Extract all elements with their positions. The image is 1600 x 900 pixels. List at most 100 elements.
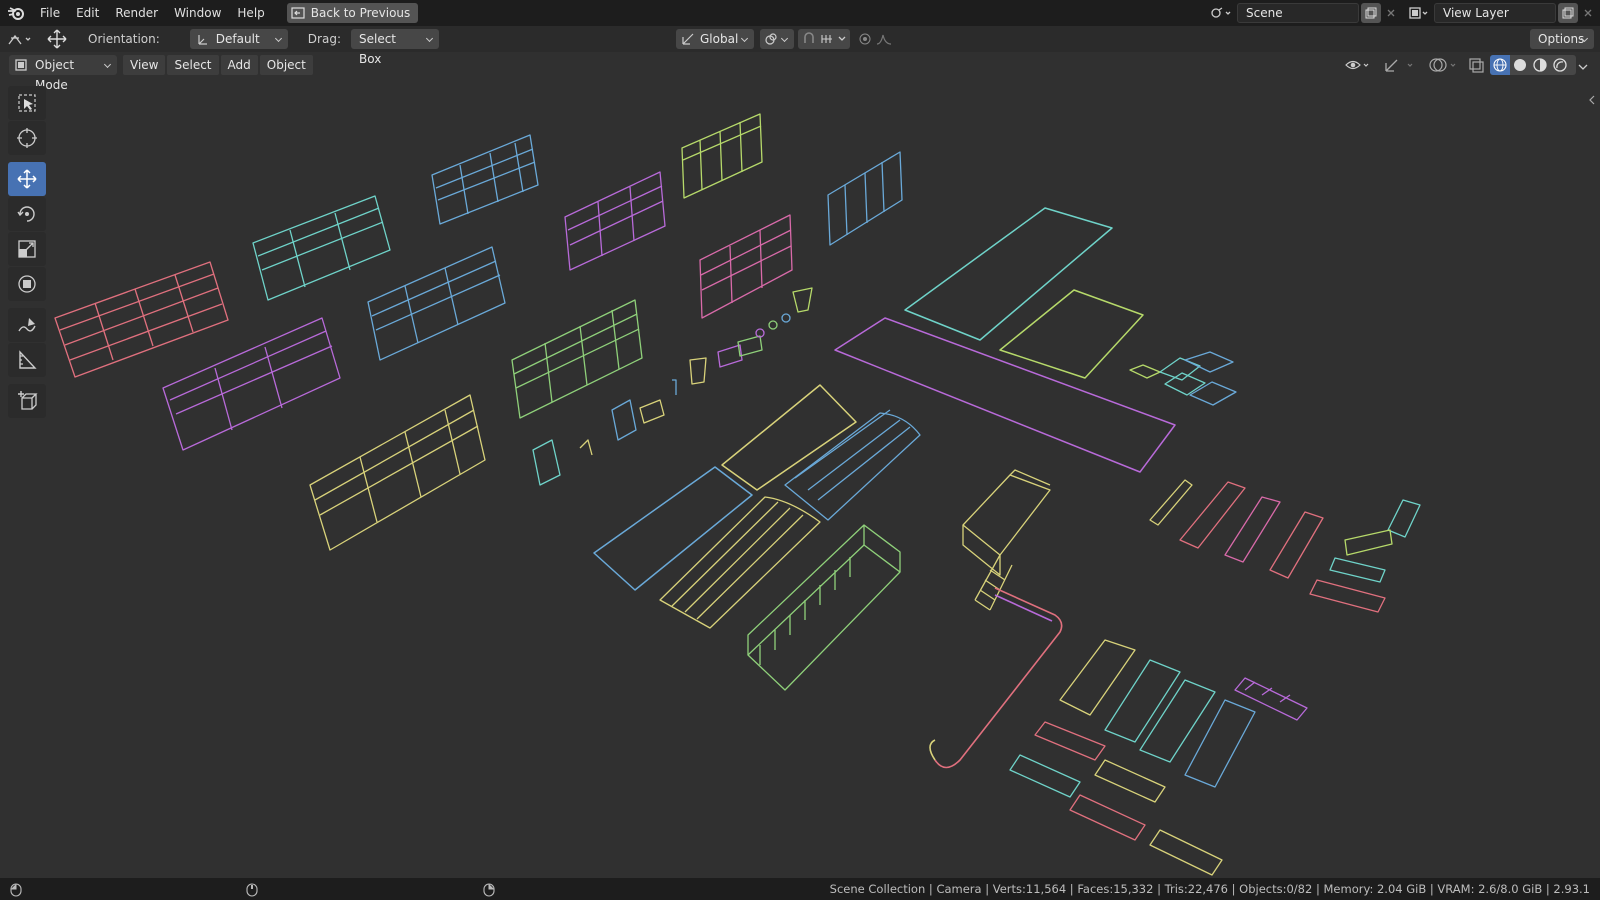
purple-wall-panel: [162, 317, 341, 451]
scene-selector: Scene: [1205, 3, 1401, 23]
lime-wall-panel: [681, 113, 763, 199]
small-tiles-group: [1129, 351, 1237, 406]
scale-tool[interactable]: [8, 232, 46, 266]
annotate-icon: [18, 318, 36, 332]
visibility-dropdown[interactable]: [1344, 55, 1374, 75]
orientation-value: Default: [215, 32, 260, 46]
snap-icon[interactable]: [802, 32, 816, 46]
view-layer-name-field[interactable]: View Layer: [1434, 3, 1556, 23]
back-icon: [291, 7, 305, 19]
gizmo-toggle[interactable]: [1382, 55, 1422, 75]
wireframe-shading-button[interactable]: [1490, 55, 1510, 75]
overlays-toggle[interactable]: [1428, 55, 1462, 75]
proportional-editing-icon[interactable]: [858, 32, 872, 46]
cursor-tool[interactable]: [8, 121, 46, 155]
measure-icon: [19, 350, 37, 369]
solid-shading-button[interactable]: [1510, 55, 1530, 75]
material-preview-button[interactable]: [1530, 55, 1550, 75]
lime-floor-plane: [999, 289, 1144, 379]
xray-toggle[interactable]: [1466, 55, 1486, 75]
scene-browse-icon[interactable]: [1205, 3, 1237, 23]
global-axes-icon: [682, 33, 694, 45]
rotate-icon: [17, 206, 35, 222]
yellow-wall-panel: [309, 394, 486, 551]
rotate-tool[interactable]: [8, 197, 46, 231]
snap-increment-icon[interactable]: [820, 32, 834, 46]
beams-group: [1149, 479, 1421, 613]
proportional-editing-group: [856, 29, 902, 49]
object-mode-dropdown[interactable]: Object Mode: [9, 55, 117, 92]
select-box-tool[interactable]: [8, 86, 46, 120]
pink-pipe: [929, 587, 1063, 769]
cursor-icon: [17, 128, 37, 148]
overlays-icon: [1429, 58, 1456, 72]
viewport-menu-view[interactable]: View: [123, 55, 166, 75]
options-dropdown[interactable]: Options: [1530, 29, 1594, 49]
move-tool-icon[interactable]: [42, 28, 72, 50]
drag-dropdown[interactable]: Select Box: [350, 29, 439, 66]
viewport-menu-object[interactable]: Object: [259, 55, 313, 75]
rendered-sphere-icon: [1553, 58, 1567, 72]
3d-viewport[interactable]: [0, 78, 1600, 878]
select-box-icon: [18, 94, 36, 112]
blue-wall-panel-mid: [367, 246, 506, 361]
transform-orientation-dropdown[interactable]: Global: [676, 29, 754, 49]
cyan-wall-panel: [252, 195, 391, 301]
scene-name-field[interactable]: Scene: [1237, 3, 1359, 23]
menu-help[interactable]: Help: [229, 3, 272, 23]
menu-window[interactable]: Window: [166, 3, 229, 23]
small-props: [532, 287, 813, 486]
purple-window-panel: [564, 171, 666, 271]
transform-icon: [18, 275, 36, 293]
rendered-shading-button[interactable]: [1550, 55, 1570, 75]
transform-tool[interactable]: [8, 267, 46, 301]
orientation-dropdown[interactable]: Default: [189, 29, 288, 49]
object-mode-icon: [15, 59, 27, 71]
wireframe-scene: [54, 113, 1421, 876]
add-cube-tool[interactable]: [8, 384, 46, 418]
shading-modes: [1490, 55, 1576, 75]
view-layer-browse-icon[interactable]: [1404, 3, 1434, 23]
sidebar-toggle-chevron-icon[interactable]: [1588, 94, 1596, 108]
viewport-header: Object Mode View Select Add Object: [0, 52, 1600, 92]
status-bar: Scene Collection | Camera | Verts:11,564…: [0, 878, 1600, 900]
move-icon: [17, 169, 37, 189]
transform-orientation-value: Global: [700, 32, 739, 46]
wireframe-sphere-icon: [1493, 58, 1507, 72]
material-sphere-icon: [1533, 58, 1547, 72]
measure-tool[interactable]: [8, 343, 46, 377]
menu-file[interactable]: File: [32, 3, 68, 23]
viewport-menu-add[interactable]: Add: [220, 55, 258, 75]
falloff-icon[interactable]: [876, 32, 892, 46]
delete-scene-icon[interactable]: [1381, 3, 1401, 23]
editor-type-icon[interactable]: [0, 32, 42, 46]
solid-sphere-icon: [1514, 59, 1526, 71]
snap-chevron-down-icon[interactable]: [838, 36, 846, 42]
xray-icon: [1469, 58, 1484, 73]
mouse-right-icon: [483, 883, 495, 897]
scene-statistics: Scene Collection | Camera | Verts:11,564…: [829, 882, 1590, 896]
top-menu-bar: File Edit Render Window Help Back to Pre…: [0, 0, 1600, 26]
eye-icon: [1345, 60, 1369, 70]
blue-floor-slab: [593, 466, 753, 591]
view-layer-selector: View Layer: [1404, 3, 1598, 23]
orientation-icon: [198, 35, 207, 45]
yellow-roof-slab: [721, 384, 857, 491]
new-view-layer-icon[interactable]: [1558, 3, 1578, 23]
new-scene-icon[interactable]: [1361, 3, 1381, 23]
shading-options-chevron-icon[interactable]: [1578, 60, 1588, 74]
move-tool[interactable]: [8, 162, 46, 196]
menu-render[interactable]: Render: [107, 3, 166, 23]
blue-wall-panel-upper: [431, 134, 539, 225]
add-cube-icon: [18, 391, 38, 410]
blender-logo-icon[interactable]: [0, 0, 32, 26]
annotate-tool[interactable]: [8, 308, 46, 342]
back-to-previous-button[interactable]: Back to Previous: [286, 3, 419, 23]
pivot-point-dropdown[interactable]: [760, 29, 794, 49]
options-label: Options: [1538, 32, 1585, 46]
menu-edit[interactable]: Edit: [68, 3, 107, 23]
pink-wall-panel: [54, 261, 229, 378]
mouse-left-icon: [10, 883, 22, 897]
delete-view-layer-icon[interactable]: [1578, 3, 1598, 23]
viewport-menu-select[interactable]: Select: [167, 55, 219, 75]
